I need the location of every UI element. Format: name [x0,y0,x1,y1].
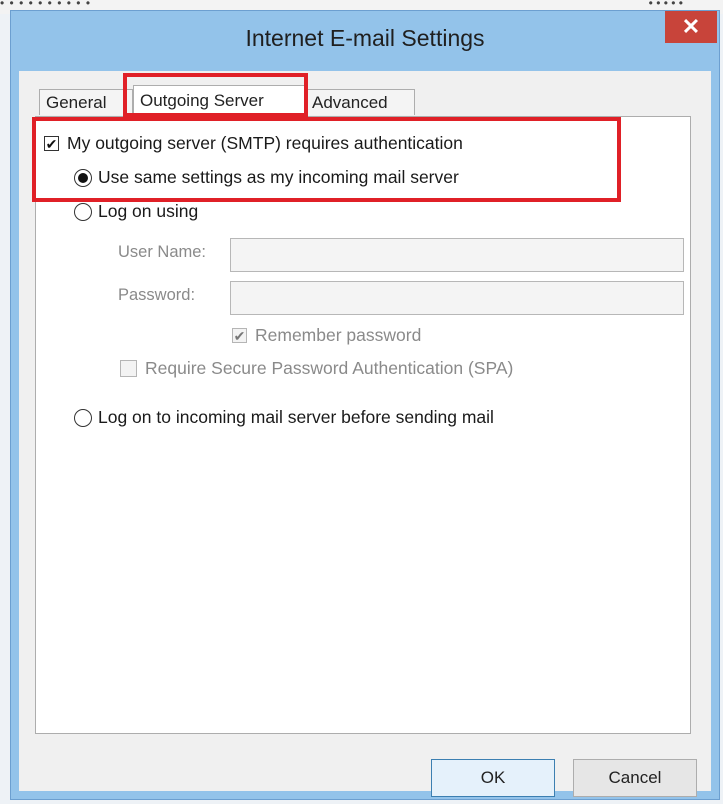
tab-general[interactable]: General [39,89,133,115]
dialog-client-area: General Outgoing Server Advanced ✔ My ou… [19,71,711,797]
smtp-auth-label: My outgoing server (SMTP) requires authe… [67,133,463,153]
same-settings-label: Use same settings as my incoming mail se… [98,167,459,187]
close-icon: ✕ [681,14,701,39]
close-button[interactable]: ✕ [665,11,717,43]
password-label: Password: [118,286,196,304]
require-spa-row[interactable]: Require Secure Password Authentication (… [120,358,513,379]
smtp-auth-checkbox[interactable]: ✔ [44,136,59,151]
outgoing-server-panel: ✔ My outgoing server (SMTP) requires aut… [35,116,691,734]
background-text-left: • • • • • • • • • • [0,0,92,10]
user-name-field[interactable] [230,238,684,272]
tab-advanced[interactable]: Advanced [305,89,415,115]
dialog-title: Internet E-mail Settings [245,25,485,51]
screen: • • • • • • • • • • • • • • • Internet E… [0,0,723,804]
internet-email-settings-dialog: Internet E-mail Settings ✕ General Outgo… [10,10,720,800]
radio-selected-dot [78,172,88,183]
remember-password-checkbox[interactable]: ✔ [232,328,247,343]
log-on-incoming-label: Log on to incoming mail server before se… [98,407,494,427]
same-settings-radio[interactable] [74,168,92,187]
log-on-incoming-radio[interactable] [74,408,92,427]
require-spa-checkbox[interactable] [120,360,137,377]
ok-button[interactable]: OK [431,759,555,797]
log-on-using-label: Log on using [98,201,199,221]
require-spa-label: Require Secure Password Authentication (… [145,358,514,378]
remember-password-label: Remember password [255,325,422,345]
log-on-incoming-row[interactable]: Log on to incoming mail server before se… [74,407,494,428]
title-bar[interactable]: Internet E-mail Settings ✕ [11,11,719,71]
remember-password-row[interactable]: ✔ Remember password [232,325,421,346]
log-on-using-radio[interactable] [74,202,92,221]
user-name-label: User Name: [118,243,207,261]
password-field[interactable] [230,281,684,315]
tab-outgoing-server[interactable]: Outgoing Server [133,85,305,117]
log-on-using-row[interactable]: Log on using [74,201,198,222]
background-text-right: • • • • • [648,0,683,10]
same-settings-row[interactable]: Use same settings as my incoming mail se… [74,167,459,188]
cancel-button[interactable]: Cancel [573,759,697,797]
smtp-auth-row[interactable]: ✔ My outgoing server (SMTP) requires aut… [44,133,463,154]
